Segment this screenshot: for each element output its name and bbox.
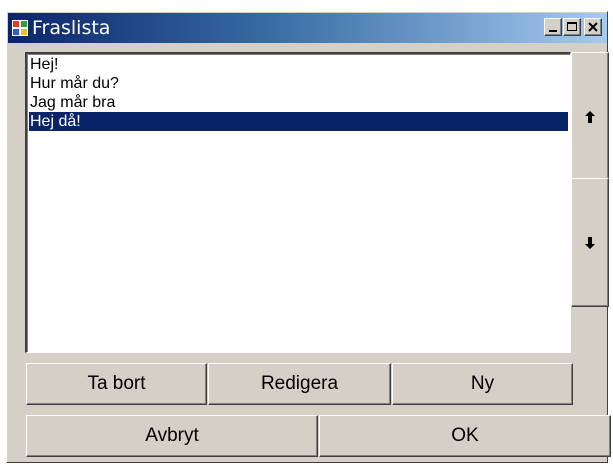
new-button[interactable]: Ny <box>392 363 573 405</box>
cancel-button[interactable]: Avbryt <box>26 415 318 457</box>
edit-button[interactable]: Redigera <box>208 363 391 405</box>
window-title: Fraslista <box>32 17 111 39</box>
move-down-button[interactable] <box>571 178 609 307</box>
delete-button[interactable]: Ta bort <box>26 363 207 405</box>
maximize-button[interactable] <box>563 18 581 36</box>
ok-button[interactable]: OK <box>319 415 611 457</box>
close-icon <box>588 22 598 32</box>
list-item[interactable]: Jag mår bra <box>29 93 568 112</box>
app-window-icon <box>12 20 28 36</box>
move-up-button[interactable] <box>571 52 609 181</box>
close-button[interactable] <box>584 18 602 36</box>
phrase-list-dialog: Fraslista Hej! Hur mår du? Jag mår bra H… <box>6 11 611 463</box>
phrase-listbox[interactable]: Hej! Hur mår du? Jag mår bra Hej då! <box>25 52 571 353</box>
arrow-up-icon <box>585 110 595 123</box>
title-bar[interactable]: Fraslista <box>8 13 607 43</box>
arrow-down-icon <box>585 236 595 249</box>
maximize-icon <box>567 22 577 31</box>
list-item[interactable]: Hur mår du? <box>29 74 568 93</box>
list-item[interactable]: Hej! <box>29 55 568 74</box>
minimize-icon <box>549 30 557 32</box>
minimize-button[interactable] <box>544 18 562 36</box>
list-item-selected[interactable]: Hej då! <box>29 112 568 131</box>
